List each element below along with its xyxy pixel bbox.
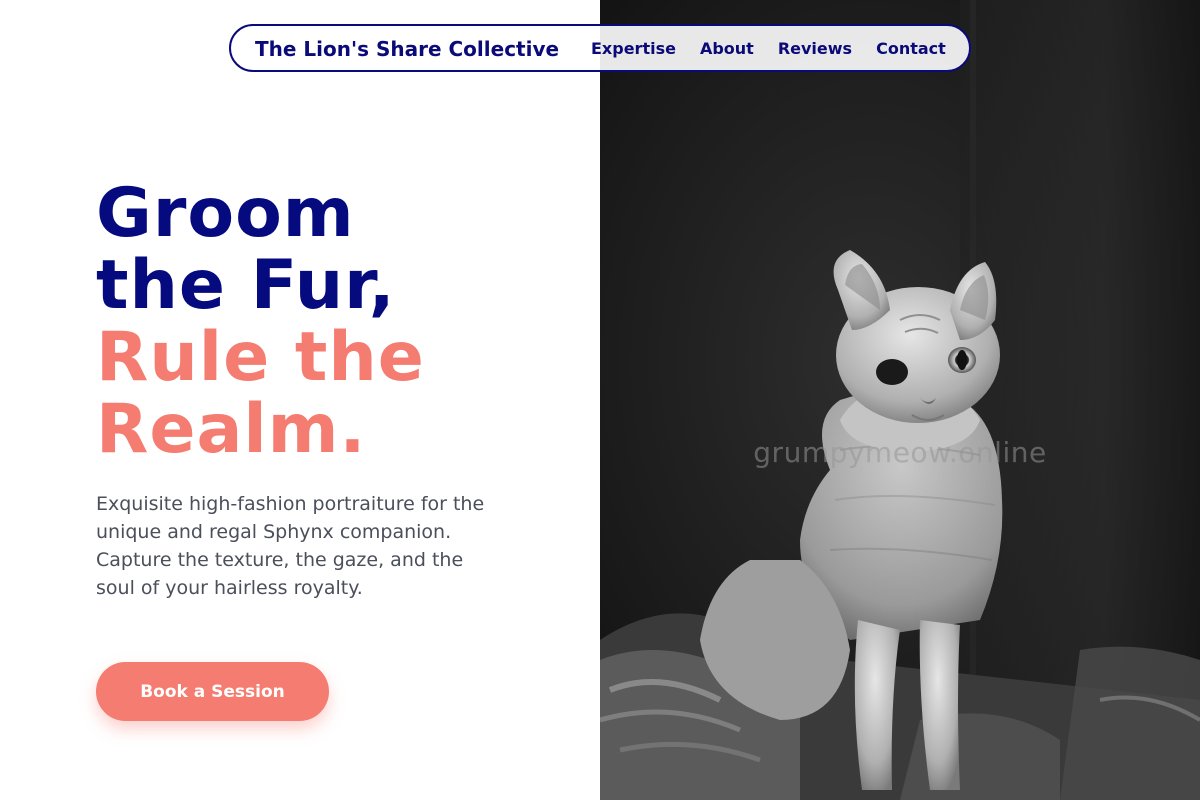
headline-line-4: Realm.	[96, 390, 367, 469]
book-session-button[interactable]: Book a Session	[96, 662, 329, 721]
landing-page: Groom the Fur, Rule the Realm. Exquisite…	[0, 0, 1200, 800]
hero-description: Exquisite high-fashion portraiture for t…	[96, 493, 485, 599]
headline-line-3: Rule the	[96, 318, 425, 397]
hero-content: Groom the Fur, Rule the Realm. Exquisite…	[0, 0, 600, 800]
nav-links: Expertise About Reviews Contact	[591, 39, 946, 58]
sphynx-cat-photo: grumpymeow.online	[600, 0, 1200, 800]
nav-link-about[interactable]: About	[700, 39, 754, 58]
hero-headline: Groom the Fur, Rule the Realm.	[96, 178, 425, 466]
headline-line-1: Groom	[96, 174, 355, 253]
nav-link-contact[interactable]: Contact	[876, 39, 946, 58]
brand-name[interactable]: The Lion's Share Collective	[255, 37, 559, 61]
cat-photo-illustration	[600, 0, 1200, 800]
top-navigation: The Lion's Share Collective Expertise Ab…	[229, 24, 971, 72]
nav-link-expertise[interactable]: Expertise	[591, 39, 676, 58]
headline-line-2: the Fur,	[96, 246, 396, 325]
nav-link-reviews[interactable]: Reviews	[778, 39, 852, 58]
